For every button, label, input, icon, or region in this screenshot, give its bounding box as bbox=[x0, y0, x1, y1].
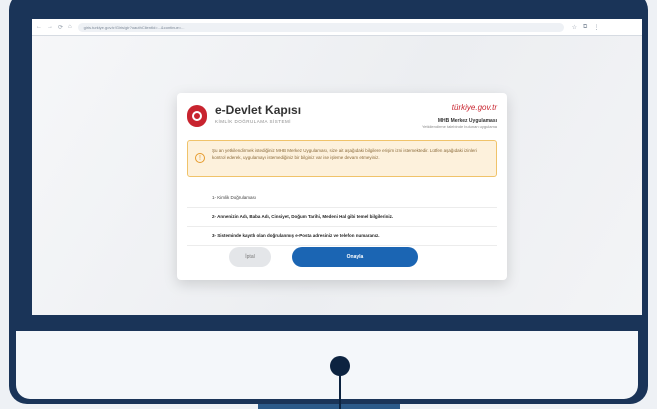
address-bar[interactable]: giris.turkiye.gov.tr/Giris/gir?oauthClie… bbox=[77, 22, 564, 32]
dialog-header: e-Devlet Kapısı KİMLİK DOĞRULAMA SİSTEMİ… bbox=[187, 103, 497, 131]
reload-icon[interactable]: ⟳ bbox=[58, 24, 63, 31]
confirm-button[interactable]: Onayla bbox=[292, 247, 418, 267]
authorization-dialog: e-Devlet Kapısı KİMLİK DOĞRULAMA SİSTEMİ… bbox=[177, 93, 507, 280]
permission-item: 1- Kimlik Doğrulaması bbox=[187, 189, 497, 208]
forward-icon[interactable]: → bbox=[47, 24, 53, 31]
home-icon[interactable]: ⌂ bbox=[68, 24, 72, 31]
bookmark-icon[interactable]: ☆ bbox=[572, 24, 577, 31]
app-brand: türkiye.gov.tr MHB Merkez Uygulaması Yet… bbox=[422, 103, 497, 129]
browser-nav: ← → ⟳ ⌂ bbox=[36, 24, 72, 31]
permission-item: 2- Annenizin Adı, Baba Adı, Cinsiyet, Do… bbox=[187, 208, 497, 227]
screen: ← → ⟳ ⌂ giris.turkiye.gov.tr/Giris/gir?o… bbox=[32, 19, 642, 315]
turkiye-logo: türkiye.gov.tr bbox=[451, 103, 497, 112]
warning-box: ! Şu an yetkilendirmek istediğiniz MHB M… bbox=[187, 140, 497, 177]
power-cable bbox=[339, 374, 341, 409]
dialog-subtitle: KİMLİK DOĞRULAMA SİSTEMİ bbox=[215, 119, 292, 124]
menu-icon[interactable]: ⋮ bbox=[593, 24, 599, 31]
permission-item: 3- Sisteminde kayıtlı olan doğrulanmış e… bbox=[187, 227, 497, 246]
back-icon[interactable]: ← bbox=[36, 24, 42, 31]
permission-list: 1- Kimlik Doğrulaması 2- Annenizin Adı, … bbox=[187, 189, 497, 246]
dialog-title: e-Devlet Kapısı bbox=[215, 103, 302, 117]
monitor-bezel bbox=[14, 331, 640, 401]
edevlet-logo-icon bbox=[187, 105, 207, 127]
extensions-icon[interactable]: ⧉ bbox=[583, 24, 587, 31]
app-sub: Yetkilendirme talebinde bulunan uygulama bbox=[421, 124, 497, 129]
dialog-actions: İptal Onayla bbox=[177, 247, 507, 267]
browser-actions: ☆ ⧉ ⋮ bbox=[572, 24, 600, 31]
warning-text: Şu an yetkilendirmek istediğiniz MHB Mer… bbox=[212, 148, 477, 160]
info-icon: ! bbox=[195, 153, 205, 163]
power-button bbox=[330, 356, 350, 376]
cancel-button[interactable]: İptal bbox=[229, 247, 271, 267]
browser-toolbar: ← → ⟳ ⌂ giris.turkiye.gov.tr/Giris/gir?o… bbox=[32, 19, 642, 36]
